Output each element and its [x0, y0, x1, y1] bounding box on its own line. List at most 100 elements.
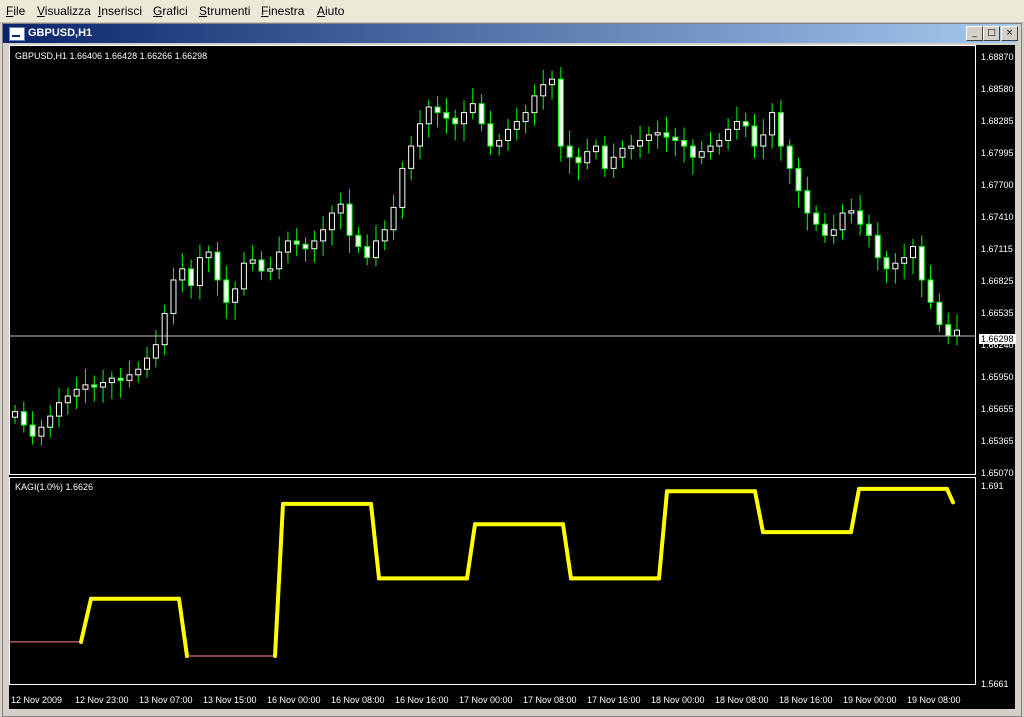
candle-body — [619, 147, 626, 158]
candle-body — [733, 121, 740, 130]
time-axis-label: 18 Nov 08:00 — [715, 695, 769, 705]
minimize-button[interactable]: _ — [966, 26, 983, 41]
candle-body — [258, 259, 265, 272]
kagi-vertical — [753, 489, 765, 535]
candle-body — [408, 145, 415, 169]
candle-body — [478, 103, 485, 125]
candle-body — [865, 223, 872, 236]
price-axis-label: 1.68285 — [981, 116, 1014, 126]
price-axis-label: 1.68580 — [981, 84, 1014, 94]
kagi-vertical — [273, 501, 285, 659]
menu-finestra[interactable]: Finestra — [261, 4, 304, 18]
menu-visualizza[interactable]: Visualizza — [37, 4, 91, 18]
candle-body — [857, 210, 864, 225]
chart-window-title: GBPUSD,H1 — [28, 27, 93, 39]
candle-body — [830, 229, 837, 236]
kagi-vertical — [945, 486, 955, 505]
menu-grafici[interactable]: Grafici — [153, 4, 188, 18]
candle-body — [390, 206, 397, 231]
time-axis-label: 19 Nov 00:00 — [843, 695, 897, 705]
price-axis-label: 1.66535 — [981, 308, 1014, 318]
menu-file[interactable]: File — [6, 4, 25, 18]
candle-body — [628, 145, 635, 149]
menu-aiuto[interactable]: Aiuto — [317, 4, 344, 18]
price-axis-label: 1.68870 — [981, 52, 1014, 62]
candle-body — [954, 329, 960, 337]
candle-body — [223, 279, 230, 303]
candle-body — [372, 240, 379, 259]
candle-body — [328, 212, 335, 231]
candle-body — [284, 240, 291, 253]
chart-canvas[interactable] — [9, 45, 1015, 709]
candle-body — [108, 377, 115, 384]
candle-body — [786, 145, 793, 169]
candle-body — [20, 411, 27, 426]
candle-body — [249, 259, 256, 264]
chart-window-titlebar[interactable]: GBPUSD,H1 _ □ × — [3, 24, 1018, 43]
candle-body — [152, 344, 159, 359]
candle-body — [848, 210, 855, 214]
candle-body — [804, 190, 811, 214]
menu-strumenti[interactable]: Strumenti — [199, 4, 250, 18]
candle-body — [47, 415, 54, 428]
candle-body — [487, 123, 494, 147]
candle-body — [496, 139, 503, 147]
candle-body — [584, 151, 591, 164]
candle-body — [56, 402, 63, 417]
candle-body — [161, 312, 168, 346]
price-axis-label: 1.67700 — [981, 180, 1014, 190]
candle-body — [531, 95, 538, 114]
candle-body — [663, 132, 670, 138]
kagi-vertical — [79, 596, 93, 644]
candle-body — [945, 324, 952, 337]
candle-body — [117, 377, 124, 381]
candle-body — [883, 257, 890, 270]
candle-body — [918, 245, 925, 281]
candle-body — [874, 234, 881, 259]
candle-body — [813, 212, 820, 225]
candle-body — [839, 212, 846, 231]
candle-body — [522, 112, 529, 123]
candle-body — [593, 145, 600, 153]
candle-body — [73, 388, 80, 397]
candle-body — [513, 121, 520, 130]
candle-body — [681, 139, 688, 147]
candle-body — [689, 145, 696, 158]
candle-body — [760, 134, 767, 147]
candle-body — [936, 301, 943, 326]
time-axis-label: 13 Nov 15:00 — [203, 695, 257, 705]
candle-body — [205, 251, 212, 259]
candle-body — [434, 106, 441, 114]
candle-body — [716, 139, 723, 147]
kagi-vertical — [849, 486, 861, 535]
candle-body — [240, 262, 247, 290]
candle-body — [557, 78, 564, 147]
current-price-tag: 1.66298 — [979, 334, 1016, 344]
restore-button[interactable]: □ — [983, 26, 1000, 41]
candle-body — [311, 240, 318, 250]
close-button[interactable]: × — [1001, 26, 1018, 41]
indicator-axis-bottom-label: 1.5661 — [981, 679, 1009, 689]
candle-body — [135, 368, 142, 376]
candle-body — [170, 279, 177, 314]
kagi-vertical — [177, 596, 189, 659]
menu-inserisci[interactable]: Inserisci — [98, 4, 142, 18]
price-axis-label: 1.65950 — [981, 372, 1014, 382]
time-axis-label: 12 Nov 2009 — [11, 695, 63, 705]
time-axis-label: 16 Nov 00:00 — [267, 695, 321, 705]
chart-area[interactable]: GBPUSD,H1 1.66406 1.66428 1.66266 1.6629… — [9, 45, 1016, 709]
price-axis-label: 1.65365 — [981, 436, 1014, 446]
time-axis-label: 16 Nov 08:00 — [331, 695, 385, 705]
price-axis-label: 1.67115 — [981, 244, 1013, 254]
candle-body — [346, 203, 353, 236]
candle-body — [901, 257, 908, 264]
candle-body — [100, 382, 107, 388]
candle-body — [575, 156, 582, 164]
kagi-vertical — [561, 522, 573, 581]
candle-body — [64, 395, 71, 404]
candle-body — [769, 112, 776, 136]
candle-body — [892, 262, 899, 270]
menu-bar: File Visualizza Inserisci Grafici Strume… — [0, 0, 1024, 23]
main-pane-border — [9, 45, 976, 475]
candle-body — [337, 203, 344, 214]
